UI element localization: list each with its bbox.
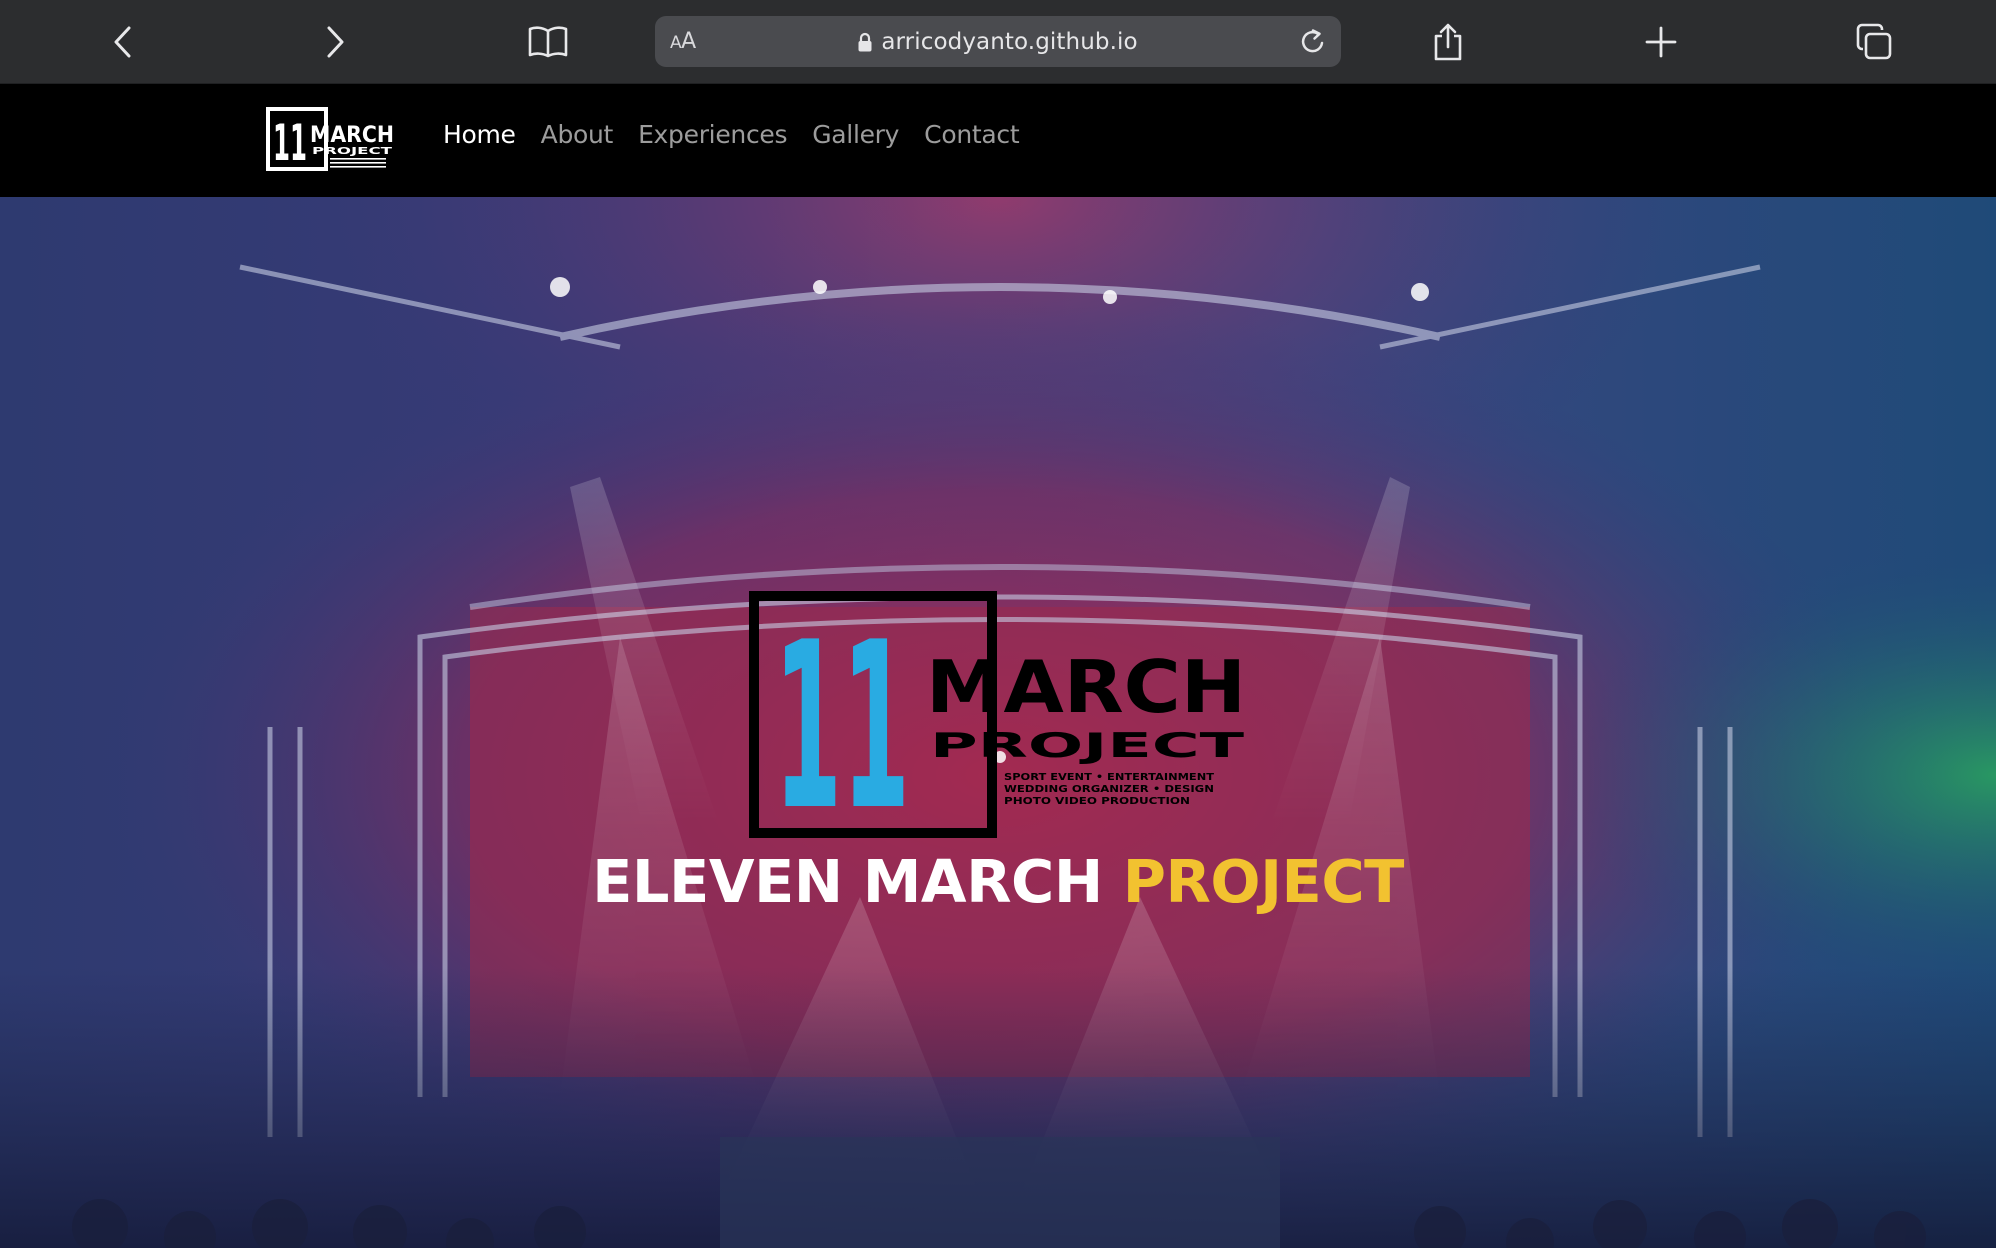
chevron-right-icon [327,26,344,58]
url-display: arricodyanto.github.io [655,16,1341,67]
hero-title-main: ELEVEN MARCH [592,847,1123,916]
lock-icon [858,32,872,51]
chevron-left-icon [114,26,131,58]
reload-icon [1301,29,1324,53]
plus-icon [1645,26,1677,58]
nav-logo-word: MARCH [310,123,394,148]
back-button[interactable] [95,14,151,70]
nav-logo[interactable]: 11 MARCH PROJECT [266,107,396,171]
nav-link-experiences[interactable]: Experiences [638,120,787,150]
tabs-icon [1856,23,1892,60]
hero-logo-sub: PROJECT [930,726,1246,766]
hero-logo-word: MARCH [926,645,1246,729]
book-icon [528,26,568,58]
hero-logo: 11 MARCH PROJECT SPORT EVENT • ENTERTAIN… [749,591,1246,842]
reader-mode-button[interactable]: AA [670,29,696,54]
share-button[interactable] [1420,14,1476,70]
hero-logo-tagline-2: WEDDING ORGANIZER • DESIGN [1004,784,1214,795]
site-navbar: 11 MARCH PROJECT Home About Experiences … [0,84,1996,197]
address-bar[interactable]: AA arricodyanto.github.io [655,16,1341,67]
bookmarks-button[interactable] [520,14,576,70]
forward-button[interactable] [307,14,363,70]
browser-toolbar: AA arricodyanto.github.io [0,0,1996,84]
nav-logo-sub: PROJECT [312,146,392,157]
new-tab-button[interactable] [1633,14,1689,70]
nav-link-contact[interactable]: Contact [924,120,1019,150]
hero-section: 11 MARCH PROJECT SPORT EVENT • ENTERTAIN… [0,197,1996,1248]
nav-link-gallery[interactable]: Gallery [812,120,899,150]
hero-logo-number: 11 [774,594,910,842]
nav-link-about[interactable]: About [541,120,614,150]
nav-logo-number: 11 [273,114,307,171]
nav-links: Home About Experiences Gallery Contact [443,120,1020,150]
nav-link-home[interactable]: Home [443,120,516,150]
hero-title: ELEVEN MARCH PROJECT [0,847,1996,916]
share-icon [1434,23,1462,61]
hero-logo-tagline-3: PHOTO VIDEO PRODUCTION [1004,796,1190,807]
reload-button[interactable] [1295,24,1331,60]
url-text: arricodyanto.github.io [881,28,1138,55]
tabs-overview-button[interactable] [1846,14,1902,70]
hero-title-highlight: PROJECT [1122,847,1405,916]
hero-logo-tagline-1: SPORT EVENT • ENTERTAINMENT [1004,772,1214,783]
